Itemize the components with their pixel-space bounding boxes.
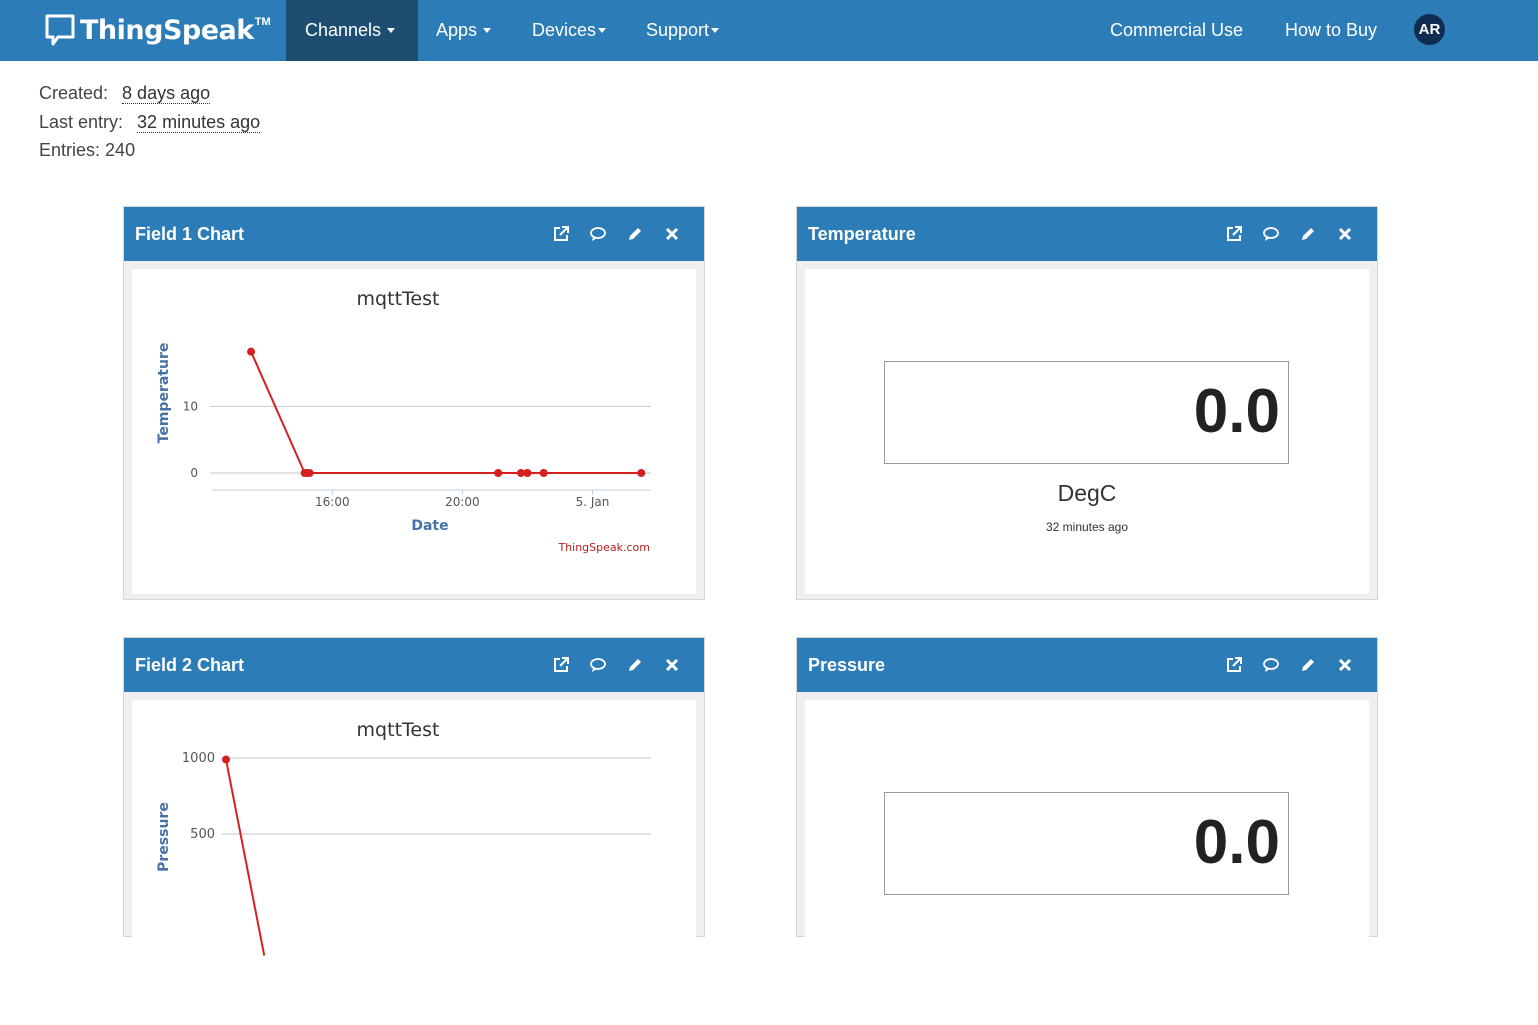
data-point bbox=[523, 469, 532, 477]
nav-how-to-buy-label: How to Buy bbox=[1285, 20, 1378, 40]
created-value: 8 days ago bbox=[122, 83, 211, 104]
widget-toolbar bbox=[1207, 638, 1355, 692]
y-axis-title: Temperature bbox=[156, 343, 172, 444]
field-2-chart-widget: Field 2 Chart mqttTest 1000 500 Pressure bbox=[123, 637, 705, 1025]
pencil-icon[interactable] bbox=[1298, 655, 1318, 675]
nav-support-menu[interactable]: Support bbox=[646, 0, 720, 61]
widget-title: Field 2 Chart bbox=[135, 654, 245, 675]
nav-devices-label: Devices bbox=[532, 20, 597, 40]
chevron-down-icon bbox=[711, 28, 720, 33]
widget-header: Pressure bbox=[797, 638, 1377, 692]
temperature-value: 0.0 bbox=[1193, 377, 1280, 446]
close-icon[interactable] bbox=[1335, 655, 1355, 675]
external-link-icon[interactable] bbox=[551, 655, 571, 675]
comment-icon[interactable] bbox=[1261, 655, 1281, 675]
brand-trademark: TM bbox=[254, 16, 271, 28]
pressure-widget: Pressure 0.0 bbox=[796, 637, 1378, 1025]
chart-title: mqttTest bbox=[357, 719, 440, 741]
temperature-updated: 32 minutes ago bbox=[1045, 520, 1129, 534]
data-point bbox=[247, 347, 256, 356]
entries-row: Entries: 240 bbox=[39, 140, 135, 161]
pencil-icon[interactable] bbox=[1298, 224, 1318, 244]
y-tick-label: 500 bbox=[190, 827, 215, 842]
widget-toolbar bbox=[534, 207, 682, 261]
field-1-chart-widget: Field 1 Chart mqttTest 0 10 16:00 20:00 5. Ja… bbox=[123, 206, 705, 600]
pencil-icon[interactable] bbox=[625, 224, 645, 244]
brand-logo[interactable]: ThingSpeak TM bbox=[44, 12, 271, 48]
data-point bbox=[305, 469, 314, 477]
chart-area: mqttTest 1000 500 Pressure bbox=[132, 700, 696, 1025]
comment-icon[interactable] bbox=[1261, 224, 1281, 244]
field-2-line-chart: mqttTest 1000 500 Pressure bbox=[156, 719, 651, 956]
chart-title: mqttTest bbox=[357, 288, 440, 310]
close-icon[interactable] bbox=[1335, 224, 1355, 244]
comment-icon[interactable] bbox=[588, 655, 608, 675]
field-1-line-chart: mqttTest 0 10 16:00 20:00 5. Jan Date Temperatu… bbox=[156, 288, 651, 554]
nav-apps-menu[interactable]: Apps bbox=[436, 0, 492, 61]
widget-toolbar bbox=[534, 638, 682, 692]
nav-channels-menu[interactable]: Channels bbox=[286, 0, 418, 61]
chart-area: mqttTest 0 10 16:00 20:00 5. Jan Date Temperatu… bbox=[132, 269, 696, 594]
chart-credit: ThingSpeak.com bbox=[557, 541, 650, 554]
widget-toolbar bbox=[1207, 207, 1355, 261]
data-point bbox=[637, 469, 646, 477]
x-tick-label: 16:00 bbox=[315, 495, 350, 509]
y-axis-title: Pressure bbox=[156, 802, 172, 872]
external-link-icon[interactable] bbox=[551, 224, 571, 244]
nav-commercial-use-link[interactable]: Commercial Use bbox=[1110, 0, 1243, 61]
close-icon[interactable] bbox=[662, 224, 682, 244]
created-label: Created: bbox=[39, 83, 109, 103]
widget-header: Field 2 Chart bbox=[124, 638, 704, 692]
x-tick-label: 5. Jan bbox=[576, 495, 610, 509]
pressure-series-line bbox=[225, 759, 266, 956]
close-icon[interactable] bbox=[662, 655, 682, 675]
nav-devices-menu[interactable]: Devices bbox=[532, 0, 607, 61]
data-point bbox=[222, 755, 230, 764]
nav-support-label: Support bbox=[646, 20, 710, 40]
external-link-icon[interactable] bbox=[1224, 655, 1244, 675]
widget-title: Temperature bbox=[808, 223, 916, 244]
nav-commercial-use-label: Commercial Use bbox=[1110, 20, 1244, 40]
widget-header: Temperature bbox=[797, 207, 1377, 261]
pressure-value: 0.0 bbox=[1193, 808, 1280, 877]
widget-title: Pressure bbox=[808, 654, 886, 675]
last-entry-label: Last entry: bbox=[39, 112, 124, 132]
brand-name: ThingSpeak bbox=[80, 14, 254, 46]
chat-bubble-logo-icon bbox=[45, 14, 75, 46]
numeric-display-area: 0.0 bbox=[805, 700, 1369, 1025]
x-axis-title: Date bbox=[411, 518, 448, 534]
user-avatar[interactable]: AR bbox=[1414, 14, 1445, 45]
numeric-display-box: 0.0 bbox=[884, 361, 1289, 464]
pencil-icon[interactable] bbox=[625, 655, 645, 675]
data-point bbox=[539, 469, 548, 477]
chevron-down-icon bbox=[483, 28, 492, 33]
nav-channels-label: Channels bbox=[305, 20, 382, 40]
y-tick-label: 0 bbox=[190, 466, 198, 480]
numeric-display-area: 0.0 DegC 32 minutes ago bbox=[805, 269, 1369, 594]
y-tick-label: 1000 bbox=[182, 751, 215, 766]
temperature-series-line bbox=[250, 351, 642, 474]
widget-header: Field 1 Chart bbox=[124, 207, 704, 261]
chevron-down-icon bbox=[387, 28, 396, 33]
temperature-unit: DegC bbox=[1057, 480, 1117, 506]
numeric-display-box: 0.0 bbox=[884, 792, 1289, 895]
x-tick-label: 20:00 bbox=[445, 495, 480, 509]
nav-how-to-buy-link[interactable]: How to Buy bbox=[1285, 0, 1377, 61]
entries-label: Entries: bbox=[39, 140, 101, 160]
widget-title: Field 1 Chart bbox=[135, 223, 245, 244]
last-entry-row: Last entry: 32 minutes ago bbox=[39, 112, 261, 133]
nav-apps-label: Apps bbox=[436, 20, 478, 40]
external-link-icon[interactable] bbox=[1224, 224, 1244, 244]
entries-value: 240 bbox=[105, 140, 136, 160]
temperature-widget: Temperature 0.0 DegC 32 minutes ago bbox=[796, 206, 1378, 600]
comment-icon[interactable] bbox=[588, 224, 608, 244]
top-navbar: ThingSpeak TM Channels Apps Devices Supp… bbox=[0, 0, 1538, 61]
y-tick-label: 10 bbox=[183, 399, 198, 413]
last-entry-value: 32 minutes ago bbox=[137, 112, 261, 133]
chevron-down-icon bbox=[598, 28, 607, 33]
created-row: Created: 8 days ago bbox=[39, 83, 211, 104]
data-point bbox=[494, 469, 503, 477]
